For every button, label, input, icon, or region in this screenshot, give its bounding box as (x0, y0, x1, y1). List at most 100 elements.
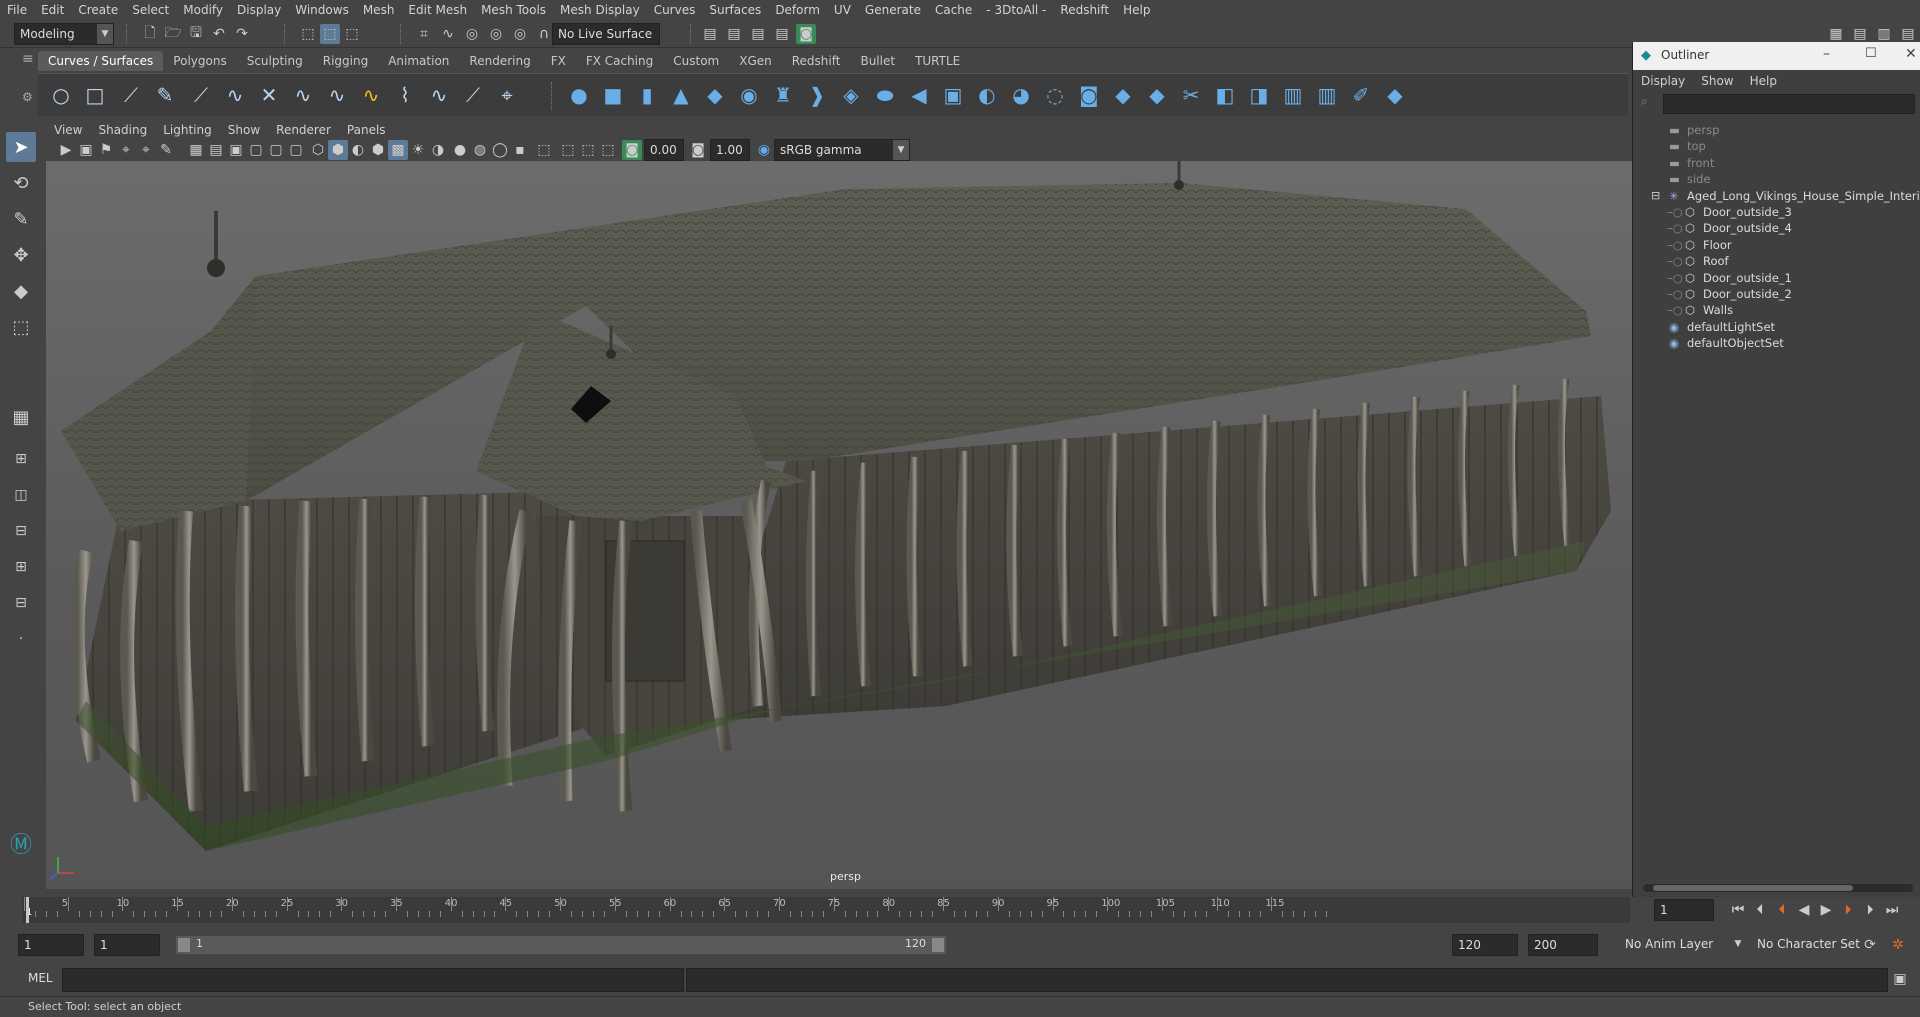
detach-surfaces-icon[interactable]: ◨ (1246, 82, 1272, 108)
snap-grid-icon[interactable]: ⌗ (414, 24, 434, 44)
insert-isoparm-icon[interactable]: ▥ (1314, 82, 1340, 108)
playback-end-field[interactable]: 120 (1452, 934, 1518, 956)
grid-icon[interactable]: ▦ (186, 140, 206, 160)
menu-deform[interactable]: Deform (768, 0, 827, 21)
minimize-icon[interactable]: – (1823, 46, 1830, 62)
step-forward-frame-icon[interactable]: ⏵ (1860, 900, 1880, 920)
viewport-menu-shading[interactable]: Shading (90, 121, 155, 139)
sculpt-geometry-icon[interactable]: ✐ (1348, 82, 1374, 108)
exposure-icon[interactable]: ◙ (622, 140, 642, 160)
safe-action-icon[interactable]: ▢ (286, 140, 306, 160)
viewport-menu-renderer[interactable]: Renderer (268, 121, 339, 139)
go-to-start-icon[interactable]: ⏮ (1728, 900, 1748, 920)
command-input[interactable] (62, 968, 684, 992)
nurbs-cone-icon[interactable]: ▲ (668, 82, 694, 108)
rebuild-curve-icon[interactable]: ∿ (358, 82, 384, 108)
paint-select-tool-icon[interactable]: ✎ (6, 204, 36, 234)
birail-icon[interactable]: ◀ (906, 82, 932, 108)
attribute-editor-icon[interactable]: ▤ (1850, 24, 1870, 44)
xray-joints-icon[interactable]: ⬚ (578, 140, 598, 160)
mode-selector[interactable]: Modeling ▼ (14, 23, 114, 45)
time-slider[interactable]: 1 5 10 15 20 25 30 35 40 45 50 55 60 65 70 75 80 85 90 95 10… (22, 897, 1630, 923)
go-to-end-icon[interactable]: ⏭ (1882, 900, 1902, 920)
outliner-horizontal-scrollbar[interactable] (1643, 884, 1913, 892)
exposure-field[interactable]: 0.00 (644, 139, 684, 161)
lights-icon[interactable]: ☀ (408, 140, 428, 160)
camera-icon[interactable]: ▶ (56, 140, 76, 160)
select-component-icon[interactable]: ⬚ (342, 24, 362, 44)
menu-generate[interactable]: Generate (858, 0, 928, 21)
nurbs-circle-icon[interactable]: ○ (48, 82, 74, 108)
loft-icon[interactable]: ❱ (804, 82, 830, 108)
textured-icon[interactable]: ▩ (388, 140, 408, 160)
outliner-menu-display[interactable]: Display (1633, 70, 1693, 92)
script-language-label[interactable]: MEL (28, 971, 53, 985)
nurbs-cube-icon[interactable]: ■ (600, 82, 626, 108)
render-current-icon[interactable]: ▤ (748, 24, 768, 44)
isolate-select-icon[interactable]: ⬚ (534, 140, 554, 160)
resolution-gate-icon[interactable]: ▣ (226, 140, 246, 160)
nurbs-plane-icon[interactable]: ◆ (702, 82, 728, 108)
menu-file[interactable]: File (0, 0, 34, 21)
menu-mesh[interactable]: Mesh (356, 0, 402, 21)
open-close-surfaces-icon[interactable]: ▥ (1280, 82, 1306, 108)
attach-surfaces-icon[interactable]: ◧ (1212, 82, 1238, 108)
intersect-surfaces-icon[interactable]: ◆ (1110, 82, 1136, 108)
outliner-row[interactable]: ◉ defaultObjectSet (1633, 333, 1920, 353)
redo-icon[interactable]: ↷ (232, 24, 252, 44)
field-chart-icon[interactable]: ▢ (266, 140, 286, 160)
menu-windows[interactable]: Windows (288, 0, 356, 21)
trim-tool-icon[interactable]: ◆ (1144, 82, 1170, 108)
range-slider-start-handle[interactable] (178, 938, 190, 952)
menu-mesh-display[interactable]: Mesh Display (553, 0, 647, 21)
menu-edit-mesh[interactable]: Edit Mesh (401, 0, 474, 21)
shelf-tab-sculpting[interactable]: Sculpting (237, 51, 313, 71)
outliner-menu-help[interactable]: Help (1742, 70, 1785, 92)
shelf-settings-icon[interactable]: ⚙ (22, 90, 34, 104)
viewport-menu-lighting[interactable]: Lighting (155, 121, 220, 139)
menu-redshift[interactable]: Redshift (1053, 0, 1116, 21)
wireframe-icon[interactable]: ⬡ (308, 140, 328, 160)
shelf-menu-icon[interactable]: ≡ (22, 51, 34, 71)
maximize-icon[interactable]: ☐ (1865, 46, 1877, 61)
undo-icon[interactable]: ↶ (209, 24, 229, 44)
move-tool-icon[interactable]: ✥ (6, 240, 36, 270)
anim-layer-dropdown[interactable]: No Anim Layer ▼ (1620, 934, 1746, 956)
step-forward-key-icon[interactable]: ⏵ (1838, 900, 1858, 920)
playback-start-field[interactable]: 1 (94, 934, 160, 956)
offset-curve-icon[interactable]: ⌇ (392, 82, 418, 108)
shelf-tab-polygons[interactable]: Polygons (163, 51, 236, 71)
current-time-marker[interactable] (26, 897, 29, 923)
shelf-tab-xgen[interactable]: XGen (729, 51, 782, 71)
shelf-tab-fx[interactable]: FX (541, 51, 576, 71)
menu-3dtoall[interactable]: - 3DtoAll - (979, 0, 1053, 21)
single-pane-layout-icon[interactable]: ▦ (6, 402, 36, 432)
bevel-plus-icon[interactable]: ◌ (1042, 82, 1068, 108)
menu-display[interactable]: Display (230, 0, 288, 21)
snap-view-plane-icon[interactable]: ◎ (486, 24, 506, 44)
color-management-icon[interactable]: ◉ (754, 140, 774, 160)
gamma-icon[interactable]: ◙ (688, 140, 708, 160)
four-pane-layout-icon[interactable]: ⊞ (6, 444, 36, 474)
animation-end-field[interactable]: 200 (1528, 934, 1598, 956)
untrim-icon[interactable]: ✂ (1178, 82, 1204, 108)
menu-help[interactable]: Help (1116, 0, 1157, 21)
custom-layout-icon[interactable]: · (6, 624, 36, 654)
2d-pan-zoom-icon[interactable]: ⌖ (136, 140, 156, 160)
live-surface-field[interactable]: No Live Surface (552, 23, 660, 45)
project-curve-icon[interactable]: ◙ (1076, 82, 1102, 108)
step-back-key-icon[interactable]: ⏴ (1772, 900, 1792, 920)
play-backwards-icon[interactable]: ◀ (1794, 900, 1814, 920)
viewport-menu-show[interactable]: Show (220, 121, 268, 139)
select-object-icon[interactable]: ⬚ (320, 24, 340, 44)
menu-surfaces[interactable]: Surfaces (702, 0, 768, 21)
tool-settings-icon[interactable]: ▥ (1874, 24, 1894, 44)
shelf-tab-animation[interactable]: Animation (378, 51, 459, 71)
scrollbar-thumb[interactable] (1653, 885, 1853, 891)
menu-select[interactable]: Select (125, 0, 176, 21)
menu-cache[interactable]: Cache (928, 0, 979, 21)
current-frame-field[interactable]: 1 (1654, 899, 1714, 921)
ipr-render-icon[interactable]: ▤ (772, 24, 792, 44)
wireframe-on-shaded-icon[interactable]: ◐ (348, 140, 368, 160)
bezier-tools-icon[interactable]: ⌖ (494, 82, 520, 108)
